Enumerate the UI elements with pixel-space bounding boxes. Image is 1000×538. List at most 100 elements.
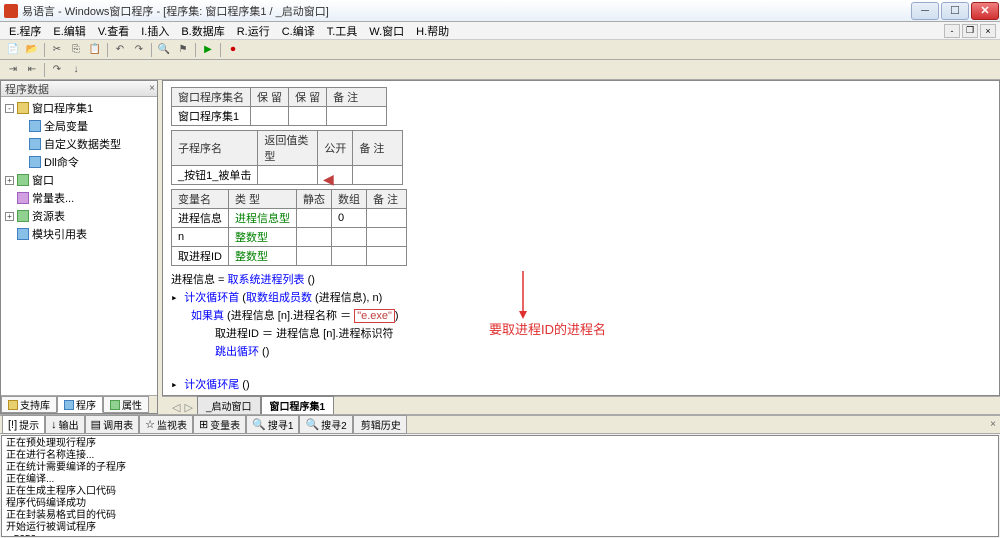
menu-insert[interactable]: I.插入 bbox=[136, 23, 174, 39]
tree-item[interactable]: 模块引用表 bbox=[5, 225, 153, 243]
assembly-table[interactable]: 窗口程序集名保 留保 留备 注 窗口程序集1 bbox=[171, 87, 387, 126]
panel-header: 程序数据 × bbox=[1, 81, 157, 97]
output-tab[interactable]: 🔍搜寻2 bbox=[299, 415, 352, 434]
tab-nav-left-icon[interactable]: ◁ bbox=[172, 401, 180, 414]
project-tree[interactable]: - 窗口程序集1 全局变量自定义数据类型Dll命令+窗口常量表... + 资源表模块引用… bbox=[1, 97, 157, 395]
paste-button[interactable]: 📋 bbox=[86, 42, 104, 58]
tab-icon: ☆ bbox=[145, 418, 155, 431]
code-line[interactable]: ▸▸ 调试输出 (取进程ID) bbox=[167, 393, 995, 396]
output-tab[interactable]: ▤调用表 bbox=[85, 415, 139, 434]
log-line: 正在生成主程序入口代码 bbox=[6, 486, 994, 498]
toolbar-debug: ⇥ ⇤ ↷ ↓ bbox=[0, 60, 1000, 80]
output-panel: [!]提示↓输出▤调用表☆监视表⊞变量表🔍搜寻1🔍搜寻2剪辑历史 × 正在预处理现… bbox=[0, 414, 1000, 538]
stepinto-button[interactable]: ↓ bbox=[67, 62, 85, 78]
step-button[interactable]: ⇥ bbox=[4, 62, 22, 78]
code-line[interactable]: ▸ 计次循环尾 () bbox=[167, 375, 995, 393]
tree-item[interactable]: +窗口 bbox=[5, 171, 153, 189]
annotation-text: 要取进程ID的进程名 bbox=[489, 319, 606, 338]
log-line: 正在编译... bbox=[6, 474, 994, 486]
bookmark-button[interactable]: ⚑ bbox=[174, 42, 192, 58]
panel-tab[interactable]: 程序 bbox=[57, 396, 103, 413]
undo-button[interactable]: ↶ bbox=[111, 42, 129, 58]
log-line: ▸ 5252 bbox=[6, 534, 994, 537]
code-line[interactable]: 跳出循环 () bbox=[167, 342, 995, 360]
menu-program[interactable]: E.程序 bbox=[4, 23, 46, 39]
output-tab[interactable]: ⊞变量表 bbox=[193, 415, 246, 434]
menu-compile[interactable]: C.编译 bbox=[277, 23, 320, 39]
code-line[interactable]: ▸ 计次循环首 (取数组成员数 (进程信息), n) bbox=[167, 288, 995, 306]
log-line: 正在预处理现行程序 bbox=[6, 438, 994, 450]
output-tab[interactable]: ↓输出 bbox=[45, 415, 85, 434]
tree-item[interactable]: 全局变量 bbox=[17, 117, 153, 135]
tab-icon: 🔍 bbox=[252, 418, 266, 431]
menubar: E.程序 E.编辑 V.查看 I.插入 B.数据库 R.运行 C.编译 T.工具… bbox=[0, 22, 1000, 40]
run-button[interactable]: ▶ bbox=[199, 42, 217, 58]
menu-tools[interactable]: T.工具 bbox=[322, 23, 363, 39]
menu-edit[interactable]: E.编辑 bbox=[48, 23, 90, 39]
panel-tab[interactable]: 属性 bbox=[103, 396, 149, 413]
variables-table[interactable]: 变量名类 型静态数组备 注 进程信息进程信息型0 n整数型 取进程ID整数型 bbox=[171, 189, 407, 266]
output-close-button[interactable]: × bbox=[990, 419, 1000, 430]
find-button[interactable]: 🔍 bbox=[155, 42, 173, 58]
window-title: 易语言 - Windows窗口程序 - [程序集: 窗口程序集1 / _启动窗口… bbox=[22, 3, 329, 19]
tab-icon: 🔍 bbox=[305, 418, 319, 431]
tab-icon: ▤ bbox=[91, 418, 101, 431]
output-log[interactable]: 正在预处理现行程序正在进行名称连接...正在统计需要编译的子程序正在编译...正… bbox=[1, 435, 999, 537]
panel-title: 程序数据 bbox=[5, 81, 49, 97]
tree-label: 模块引用表 bbox=[32, 226, 87, 242]
tree-node-icon bbox=[29, 138, 41, 150]
expand-icon[interactable]: + bbox=[5, 176, 14, 185]
panel-close-button[interactable]: × bbox=[149, 83, 155, 94]
project-panel: 程序数据 × -窗口程序集1全局变量自定义数据类型Dll命令+窗口常量表...+… bbox=[0, 80, 158, 414]
cut-button[interactable]: ✂ bbox=[48, 42, 66, 58]
mdi-close-button[interactable]: × bbox=[980, 24, 996, 38]
tab-icon: [!] bbox=[8, 419, 17, 431]
tree-item[interactable]: + 资源表 bbox=[5, 207, 153, 225]
menu-window[interactable]: W.窗口 bbox=[364, 23, 409, 39]
menu-help[interactable]: H.帮助 bbox=[411, 23, 454, 39]
output-tab[interactable]: 剪辑历史 bbox=[353, 415, 407, 434]
tree-item[interactable]: 自定义数据类型 bbox=[17, 135, 153, 153]
output-tab[interactable]: ☆监视表 bbox=[139, 415, 193, 434]
tree-label: 常量表... bbox=[32, 190, 74, 206]
redo-button[interactable]: ↷ bbox=[130, 42, 148, 58]
close-button[interactable]: ✕ bbox=[971, 2, 999, 20]
toolbar-main: 📄 📂 ✂ ⎘ 📋 ↶ ↷ 🔍 ⚑ ▶ ⏺ bbox=[0, 40, 1000, 60]
panel-tab[interactable]: 支持库 bbox=[1, 396, 57, 413]
output-tab[interactable]: 🔍搜寻1 bbox=[246, 415, 299, 434]
code-line[interactable]: 进程信息 = 取系统进程列表 () bbox=[167, 270, 995, 288]
output-tab[interactable]: [!]提示 bbox=[2, 415, 45, 434]
minimize-button[interactable]: ─ bbox=[911, 2, 939, 20]
tree-label: 资源表 bbox=[32, 208, 65, 224]
subroutine-table[interactable]: 子程序名返回值类型公开备 注 _按钮1_被单击 bbox=[171, 130, 403, 185]
stepover-button[interactable]: ↷ bbox=[48, 62, 66, 78]
code-editor[interactable]: ◀ 窗口程序集名保 留保 留备 注 窗口程序集1 子程序名返回值类型公开备 注 … bbox=[162, 80, 1000, 396]
window-buttons: ─ ☐ ✕ bbox=[910, 0, 1000, 22]
mdi-minimize-button[interactable]: - bbox=[944, 24, 960, 38]
open-button[interactable]: 📂 bbox=[23, 42, 41, 58]
copy-button[interactable]: ⎘ bbox=[67, 42, 85, 58]
menu-database[interactable]: B.数据库 bbox=[176, 23, 229, 39]
editor-tab[interactable]: _启动窗口 bbox=[197, 396, 261, 414]
code-line[interactable] bbox=[167, 360, 995, 375]
stop-button[interactable]: ⏺ bbox=[224, 42, 242, 58]
log-line: 正在封装易格式目的代码 bbox=[6, 510, 994, 522]
menu-run[interactable]: R.运行 bbox=[232, 23, 275, 39]
mdi-restore-button[interactable]: ❐ bbox=[962, 24, 978, 38]
expand-icon[interactable]: + bbox=[5, 212, 14, 221]
tree-item[interactable]: Dll命令 bbox=[17, 153, 153, 171]
step2-button[interactable]: ⇤ bbox=[23, 62, 41, 78]
expand-icon[interactable]: - bbox=[5, 104, 14, 113]
titlebar: 易语言 - Windows窗口程序 - [程序集: 窗口程序集1 / _启动窗口… bbox=[0, 0, 1000, 22]
tree-item[interactable]: 常量表... bbox=[5, 189, 153, 207]
tree-label: 全局变量 bbox=[44, 118, 88, 134]
tree-node-icon bbox=[29, 120, 41, 132]
tree-item[interactable]: - 窗口程序集1 bbox=[5, 99, 153, 117]
editor-tab[interactable]: 窗口程序集1 bbox=[261, 396, 335, 414]
tab-nav-right-icon[interactable]: ▷ bbox=[184, 401, 192, 414]
new-button[interactable]: 📄 bbox=[4, 42, 22, 58]
menu-view[interactable]: V.查看 bbox=[93, 23, 134, 39]
tree-label: 窗口程序集1 bbox=[32, 100, 93, 116]
maximize-button[interactable]: ☐ bbox=[941, 2, 969, 20]
tree-node-icon bbox=[29, 156, 41, 168]
